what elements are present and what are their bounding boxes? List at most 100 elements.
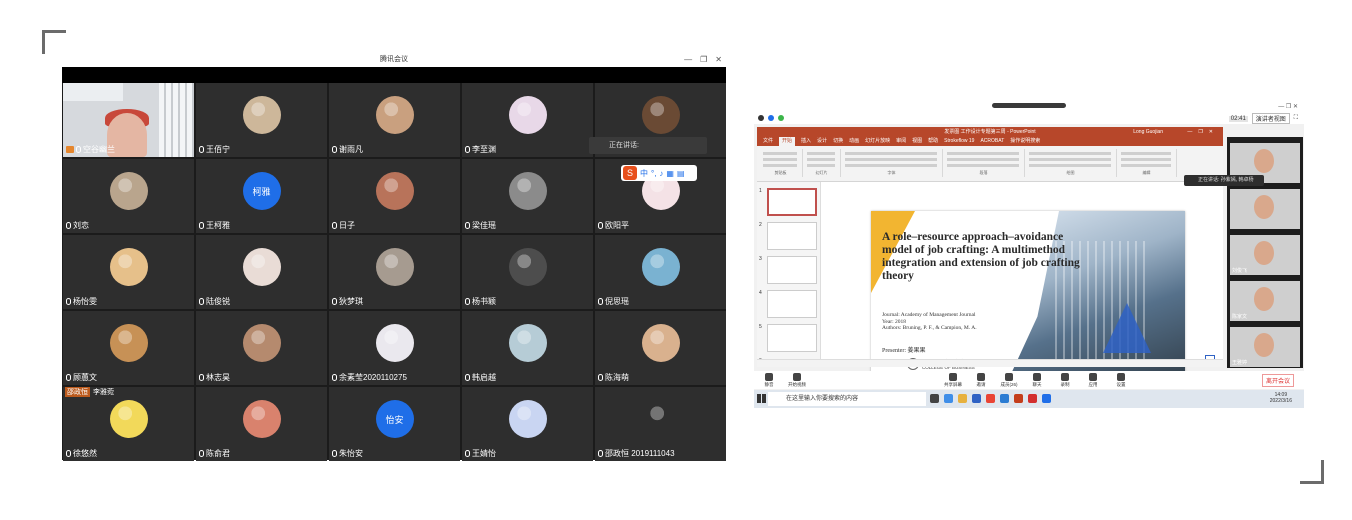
participant-tile[interactable]: 徐悠然 xyxy=(63,387,194,461)
ribbon-tab[interactable]: Strokeflow 19 xyxy=(944,137,974,146)
ime-toolbar[interactable]: S 中 °, ♪ ▦ ▤ xyxy=(621,165,697,181)
participant-tile[interactable]: 怡安 朱怡安 xyxy=(329,387,460,461)
participant-tile[interactable]: 余素莹2020110275 xyxy=(329,311,460,385)
ribbon-tab[interactable]: 操作说明搜索 xyxy=(1010,137,1040,146)
participant-tile[interactable]: 柯雅 王柯雅 xyxy=(196,159,327,233)
slide-thumbnail[interactable] xyxy=(767,290,817,318)
ime-chinese-icon[interactable]: 中 xyxy=(640,168,648,179)
ime-grid-icon[interactable]: ▤ xyxy=(677,169,685,178)
ribbon-tab[interactable]: ACROBAT xyxy=(980,137,1004,146)
slide-thumbnail[interactable] xyxy=(767,222,817,250)
avatar xyxy=(641,96,680,134)
slide-thumbnail[interactable] xyxy=(767,324,817,352)
minimize-icon[interactable]: — xyxy=(684,53,692,67)
cortana-icon[interactable] xyxy=(930,394,939,403)
participant-tile[interactable]: 王佰宁 xyxy=(196,83,327,157)
powerpoint-icon[interactable] xyxy=(1014,394,1023,403)
toolbar-button[interactable]: 成员(26) xyxy=(996,373,1022,388)
participant-tile[interactable]: 梁佳瑶 xyxy=(462,159,593,233)
participant-tile[interactable]: 邵政恒 2019111043 xyxy=(595,387,726,461)
info-icon[interactable] xyxy=(758,114,764,121)
side-video-tile[interactable] xyxy=(1230,189,1300,229)
participant-tile[interactable]: 王婧怡 xyxy=(462,387,593,461)
participant-name-text: 杨怡雯 xyxy=(73,297,97,306)
ppt-window-controls[interactable]: —❐✕ xyxy=(1187,127,1219,137)
edge-icon[interactable] xyxy=(944,394,953,403)
close-icon[interactable]: ✕ xyxy=(715,53,722,67)
chrome-icon[interactable] xyxy=(986,394,995,403)
ribbon-tab[interactable]: 视图 xyxy=(912,137,922,146)
mic-icon xyxy=(332,298,337,305)
leave-meeting-button[interactable]: 离开会议 xyxy=(1261,374,1294,387)
restore-icon[interactable]: ❐ xyxy=(700,53,707,67)
participant-tile[interactable]: 杨怡雯 xyxy=(63,235,194,309)
tencent-meeting-icon[interactable] xyxy=(1042,394,1051,403)
participant-tile[interactable]: 空谷幽兰 xyxy=(63,83,194,157)
ribbon-tab[interactable]: 帮助 xyxy=(928,137,938,146)
toolbar-button[interactable]: 设置 xyxy=(1108,373,1134,388)
participant-tile[interactable]: 顾蕙文 xyxy=(63,311,194,385)
ime-punct-icon[interactable]: °, xyxy=(651,169,656,178)
participant-name: 李至渊 xyxy=(465,144,496,155)
shield-icon[interactable] xyxy=(768,114,774,121)
participant-tile[interactable]: 刘恋 xyxy=(63,159,194,233)
participant-tile[interactable]: 林志昊 xyxy=(196,311,327,385)
side-video-tile[interactable]: 陈家文 xyxy=(1230,281,1300,321)
participant-tile[interactable]: 谢雨凡 xyxy=(329,83,460,157)
slide-thumbnail[interactable] xyxy=(767,256,817,284)
meeting-handle[interactable] xyxy=(992,103,1066,108)
fullscreen-icon[interactable]: ⛶ xyxy=(1294,115,1298,122)
ribbon-tab[interactable]: 开始 xyxy=(779,137,796,146)
participant-name: 梁佳瑶 xyxy=(465,220,496,231)
ribbon-tab[interactable]: 设计 xyxy=(817,137,827,146)
ime-mic-icon[interactable]: ♪ xyxy=(659,169,663,178)
right-speaking-indicator: 正在讲话: 孙紫嫣, 韩卓杨 xyxy=(1184,175,1264,186)
toolbar-button[interactable]: 共享屏幕 xyxy=(940,373,966,388)
avatar xyxy=(242,96,281,134)
ribbon-tab[interactable]: 审阅 xyxy=(896,137,906,146)
participant-tile[interactable]: 倪思瑶 xyxy=(595,235,726,309)
ribbon-tab[interactable]: 切换 xyxy=(833,137,843,146)
acrobat-icon[interactable] xyxy=(1028,394,1037,403)
toolbar-button[interactable]: 静音 xyxy=(756,373,782,388)
toolbar-button[interactable]: 应用 xyxy=(1080,373,1106,388)
desk-window-controls[interactable]: — ❐ ✕ xyxy=(1278,103,1298,110)
slide-thumbnail[interactable] xyxy=(767,188,817,216)
windows-start-icon[interactable] xyxy=(757,394,766,403)
toolbar-button[interactable]: 开始视频 xyxy=(784,373,810,388)
toolbar-button[interactable]: 邀请 xyxy=(968,373,994,388)
toolbar-label: 应用 xyxy=(1088,382,1098,387)
participant-tile[interactable]: 陈俞君 xyxy=(196,387,327,461)
participant-tile[interactable]: 杨书颖 xyxy=(462,235,593,309)
ribbon-tab[interactable]: 文件 xyxy=(763,137,773,146)
ppt-user[interactable]: Long Guojian xyxy=(1133,127,1163,137)
side-video-name: 王雅婷 xyxy=(1232,360,1248,366)
ribbon-tab[interactable]: 插入 xyxy=(801,137,811,146)
participant-tile[interactable]: 韩启越 xyxy=(462,311,593,385)
participant-tile[interactable]: 狄梦琪 xyxy=(329,235,460,309)
participant-tile[interactable]: 李至渊 xyxy=(462,83,593,157)
participant-name: 朱怡安 xyxy=(332,448,363,459)
side-video-tile[interactable]: 刘俊飞 xyxy=(1230,235,1300,275)
view-mode-button[interactable]: 演讲者视图 xyxy=(1251,113,1290,124)
signal-icon[interactable] xyxy=(778,114,784,121)
toolbar-label: 成员(26) xyxy=(1000,382,1018,387)
explorer-icon[interactable] xyxy=(958,394,967,403)
toolbar-icon xyxy=(977,373,985,381)
avatar xyxy=(508,172,547,210)
side-video-tile[interactable]: 王雅婷 xyxy=(1230,327,1300,367)
taskbar-clock[interactable]: 14:09 2022/3/16 xyxy=(1270,392,1292,404)
participant-tile[interactable]: 陆俊锐 xyxy=(196,235,327,309)
taskbar-search-input[interactable]: 在这里输入你要搜索的内容 xyxy=(768,392,926,406)
participant-name-text: 顾蕙文 xyxy=(73,373,97,382)
ribbon-tab[interactable]: 幻灯片放映 xyxy=(865,137,890,146)
ime-keyboard-icon[interactable]: ▦ xyxy=(666,169,674,178)
participant-tile[interactable]: 日子 xyxy=(329,159,460,233)
word-icon[interactable] xyxy=(1000,394,1009,403)
participant-tile[interactable]: 陈海萌 xyxy=(595,311,726,385)
ribbon-group-label: 幻灯片 xyxy=(815,170,828,175)
toolbar-button[interactable]: 录制 xyxy=(1052,373,1078,388)
ribbon-tab[interactable]: 动画 xyxy=(849,137,859,146)
mail-icon[interactable] xyxy=(972,394,981,403)
toolbar-button[interactable]: 聊天 xyxy=(1024,373,1050,388)
